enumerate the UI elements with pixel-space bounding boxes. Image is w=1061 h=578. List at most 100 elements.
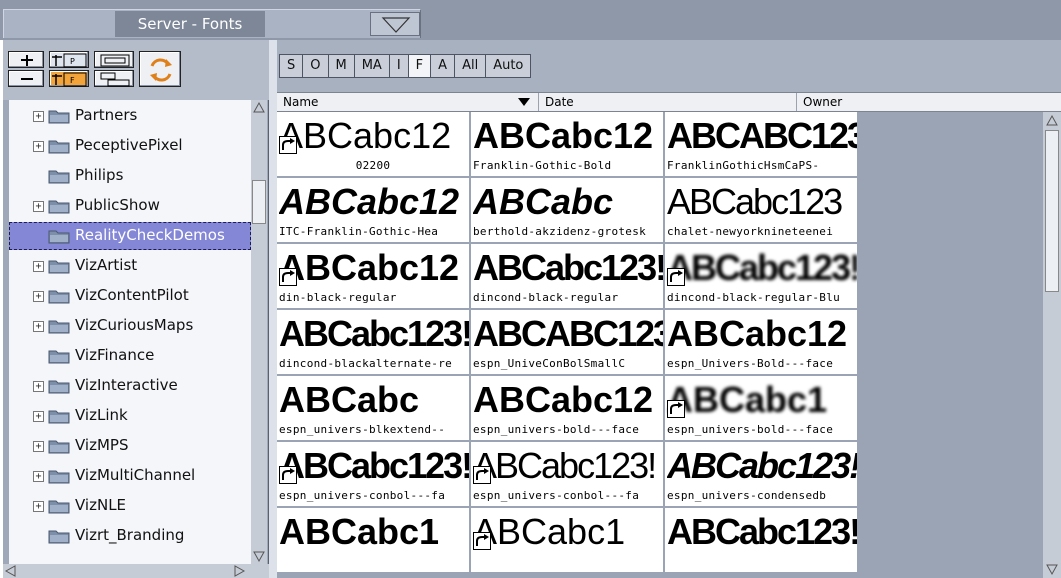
font-thumbnail[interactable]: ABCabc123! dincond-black-regular-Blu — [665, 244, 857, 308]
panel-splitter[interactable] — [269, 40, 277, 578]
tree-item[interactable]: + VizInteractive — [9, 372, 251, 400]
tree-scroll-thumb[interactable] — [252, 180, 266, 224]
left-panel: P F + Partners + PeceptivePixel Philips … — [3, 40, 269, 578]
folder-tree[interactable]: + Partners + PeceptivePixel Philips + PublicSh… — [9, 100, 251, 564]
font-thumbnail[interactable]: ABCABC123 FranklinGothicHsmCaPS- — [665, 112, 857, 176]
expand-icon[interactable]: + — [33, 261, 44, 272]
font-thumbnail[interactable]: ABCabc1 — [471, 508, 663, 572]
expand-icon[interactable]: + — [33, 291, 44, 302]
tree-item[interactable]: + VizMultiChannel — [9, 462, 251, 490]
column-date[interactable]: Date — [539, 93, 797, 111]
folder-icon — [48, 467, 70, 489]
expand-icon[interactable]: + — [33, 201, 44, 212]
tree-view-icon — [100, 72, 130, 87]
remove-button[interactable] — [8, 70, 44, 87]
font-thumbnail[interactable]: ABCabc123! dincond-blackalternate-re — [277, 310, 469, 374]
scroll-up-arrow-icon[interactable] — [251, 100, 267, 116]
expand-icon[interactable]: + — [33, 141, 44, 152]
font-name: espn_univers-conbol---fa — [473, 489, 640, 502]
font-thumbnail[interactable]: ABCabc berthold-akzidenz-grotesk — [471, 178, 663, 242]
tree-item[interactable]: + VizLink — [9, 402, 251, 430]
view-tree-button[interactable] — [94, 70, 134, 87]
tree-item-label: VizCuriousMaps — [75, 316, 194, 334]
scroll-up-arrow-icon[interactable] — [1043, 112, 1061, 130]
filter-tab[interactable]: I — [388, 54, 408, 78]
font-thumbnail[interactable]: ABCabc espn_univers-blkextend-- — [277, 376, 469, 440]
shortcut-arrow-icon — [279, 136, 297, 154]
scroll-down-arrow-icon[interactable] — [1043, 560, 1061, 578]
font-name: FranklinGothicHsmCaPS- — [667, 159, 820, 172]
tree-item[interactable]: + PublicShow — [9, 192, 251, 220]
grid-vertical-scrollbar[interactable] — [1043, 112, 1061, 578]
column-name[interactable]: Name — [277, 93, 539, 111]
tree-item[interactable]: VizFinance — [9, 342, 251, 370]
shortcut-arrow-icon — [667, 268, 685, 286]
tree-item[interactable]: + VizNLE — [9, 492, 251, 520]
font-thumbnail[interactable]: ABCabc123! espn_univers-condensedb — [665, 442, 857, 506]
filter-tab[interactable]: MA — [353, 54, 389, 78]
filter-tab[interactable]: S — [279, 54, 303, 78]
font-thumbnail[interactable]: ABCabc123! — [665, 508, 857, 572]
font-thumbnail[interactable]: ABCabc12 espn_univers-bold---face — [471, 376, 663, 440]
filter-tab[interactable]: O — [302, 54, 328, 78]
font-name: dincond-black-regular — [473, 291, 619, 304]
refresh-button[interactable] — [139, 51, 181, 87]
tree-item[interactable]: + Partners — [9, 102, 251, 130]
expand-icon[interactable]: + — [33, 441, 44, 452]
tree-item[interactable]: + VizContentPilot — [9, 282, 251, 310]
font-name — [665, 553, 857, 570]
filter-tab[interactable]: F — [407, 54, 431, 78]
shortcut-arrow-icon — [473, 532, 491, 550]
font-thumbnail[interactable]: ABCabc123 chalet-newyorknineteenei — [665, 178, 857, 242]
server-dropdown[interactable] — [370, 12, 420, 36]
font-thumbnail[interactable]: ABCabc123! espn_univers-conbol---fa — [471, 442, 663, 506]
tree-item[interactable]: + VizCuriousMaps — [9, 312, 251, 340]
font-thumbnail[interactable]: ABCabc12 02200 — [277, 112, 469, 176]
scroll-right-arrow-icon[interactable] — [231, 564, 247, 578]
tree-item-label: Philips — [75, 166, 124, 184]
tree-item[interactable]: Vizrt_Branding — [9, 522, 251, 550]
filter-tab[interactable]: All — [454, 54, 486, 78]
font-thumbnail[interactable]: ABCabc1 espn_univers-bold---face — [665, 376, 857, 440]
font-sample: ABCabc — [279, 379, 420, 420]
grid-scroll-thumb[interactable] — [1045, 130, 1059, 292]
font-thumbnail[interactable]: ABCabc12 din-black-regular — [277, 244, 469, 308]
tree-item[interactable]: RealityCheckDemos — [9, 222, 251, 250]
filter-tab[interactable]: Auto — [485, 54, 532, 78]
font-thumbnail[interactable]: ABCabc123! espn_univers-conbol---fa — [277, 442, 469, 506]
folder-icon — [48, 107, 70, 129]
expand-icon[interactable]: + — [33, 471, 44, 482]
column-owner[interactable]: Owner — [797, 93, 1061, 111]
filter-tab[interactable]: A — [430, 54, 455, 78]
scroll-left-arrow-icon[interactable] — [3, 564, 19, 578]
font-name: din-black-regular — [279, 291, 397, 304]
tree-item[interactable]: + VizMPS — [9, 432, 251, 460]
tree-vertical-scrollbar[interactable] — [251, 100, 267, 564]
tree-item[interactable]: Philips — [9, 162, 251, 190]
view-list-button[interactable] — [94, 51, 134, 68]
expand-icon[interactable]: + — [33, 321, 44, 332]
column-date-label: Date — [545, 95, 574, 109]
font-thumbnail[interactable]: ABCabc12 Franklin-Gothic-Bold — [471, 112, 663, 176]
expand-icon[interactable]: + — [33, 411, 44, 422]
expand-icon[interactable]: + — [33, 381, 44, 392]
new-project-button[interactable]: P — [49, 51, 89, 68]
font-thumbnail[interactable]: ABCabc12 espn_Univers-Bold---face — [665, 310, 857, 374]
font-thumbnail[interactable]: ABCABC123! espn_UniveConBolSmallC — [471, 310, 663, 374]
expand-icon[interactable]: + — [33, 111, 44, 122]
tree-item-label: RealityCheckDemos — [75, 226, 225, 244]
font-sample: ABCabc12 — [667, 313, 848, 354]
add-button[interactable] — [8, 51, 44, 68]
font-thumbnail-grid: ABCabc12 02200 ABCabc12 Franklin-Gothic-Bol… — [277, 112, 1043, 578]
tree-item[interactable]: + PeceptivePixel — [9, 132, 251, 160]
tree-item[interactable]: + VizArtist — [9, 252, 251, 280]
tree-horizontal-scrollbar[interactable] — [3, 564, 269, 578]
scroll-down-arrow-icon[interactable] — [251, 548, 267, 564]
new-folder-button[interactable]: F — [49, 70, 89, 87]
font-thumbnail[interactable]: ABCabc12 ITC-Franklin-Gothic-Hea — [277, 178, 469, 242]
font-sample: ABCABC123! — [473, 313, 663, 354]
expand-icon[interactable]: + — [33, 501, 44, 512]
font-thumbnail[interactable]: ABCabc1 — [277, 508, 469, 572]
filter-tab[interactable]: M — [327, 54, 354, 78]
font-thumbnail[interactable]: ABCabc123! dincond-black-regular — [471, 244, 663, 308]
